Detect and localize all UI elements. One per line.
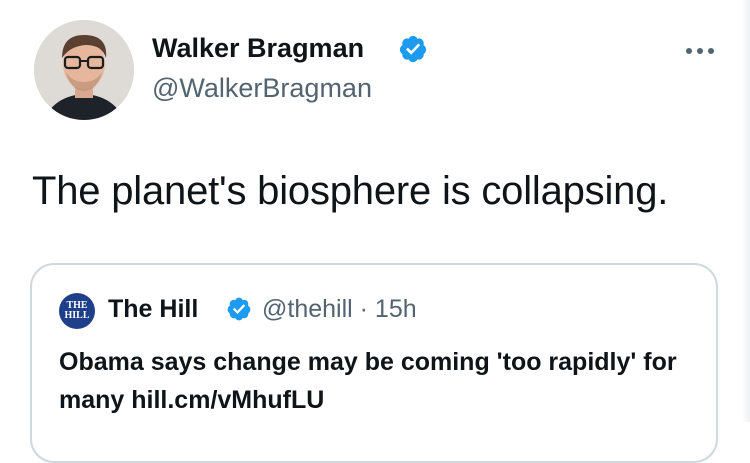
window-edge xyxy=(742,0,750,422)
author-avatar-image xyxy=(34,20,134,120)
quoted-tweet-card[interactable]: THE HILL The Hill @thehill · 15h Obama s… xyxy=(30,263,718,463)
verified-badge-icon xyxy=(399,35,427,63)
tweet-text: The planet's biosphere is collapsing. xyxy=(32,169,669,213)
quoted-author-name[interactable]: The Hill xyxy=(108,295,198,324)
verified-badge-icon xyxy=(227,297,251,321)
more-options-button[interactable] xyxy=(680,36,720,66)
the-hill-avatar[interactable]: THE HILL xyxy=(59,293,95,329)
author-name[interactable]: Walker Bragman xyxy=(152,33,364,64)
more-horizontal-icon xyxy=(686,48,714,54)
author-avatar[interactable] xyxy=(34,20,134,120)
author-handle[interactable]: @WalkerBragman xyxy=(152,73,372,104)
quoted-handle-time[interactable]: @thehill · 15h xyxy=(262,295,417,324)
the-hill-logo-line2: HILL xyxy=(64,310,90,321)
quoted-tweet-text: Obama says change may be coming 'too rap… xyxy=(59,348,677,414)
